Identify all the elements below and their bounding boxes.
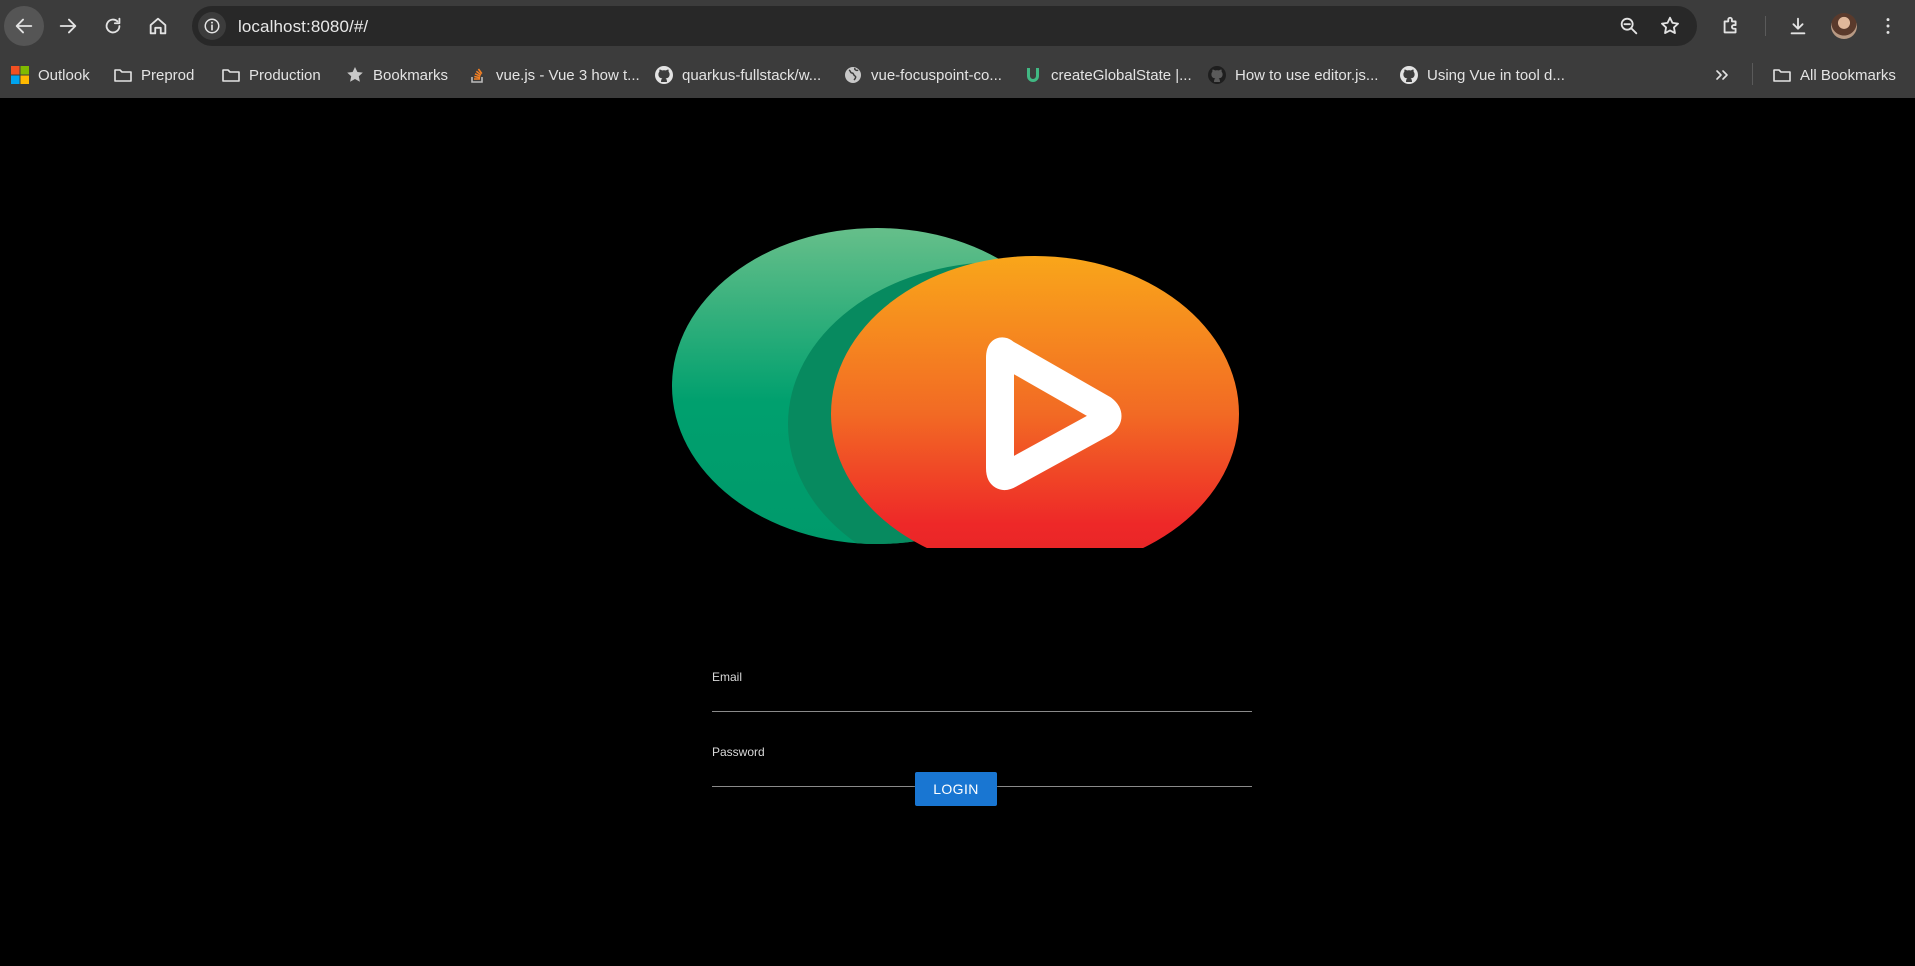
bookmark-label: Using Vue in tool d... — [1427, 66, 1565, 84]
zoom-icon — [1620, 17, 1638, 35]
login-button[interactable]: LOGIN — [915, 772, 997, 806]
bookmark-label: vue-focuspoint-co... — [871, 66, 1002, 84]
site-info-button[interactable] — [198, 12, 226, 40]
puzzle-icon — [1723, 16, 1737, 34]
bookmarks-bar: Outlook Preprod Production Bookmarks vue… — [0, 52, 1915, 98]
address-bar[interactable]: localhost:8080/#/ — [192, 6, 1697, 46]
bookmark-vue-focuspoint[interactable]: vue-focuspoint-co... — [843, 52, 1002, 98]
kebab-menu-icon — [1886, 18, 1890, 34]
app-logo — [672, 228, 1239, 548]
bookmark-vue-tool[interactable]: Using Vue in tool d... — [1399, 52, 1565, 98]
toolbar-divider — [1765, 16, 1766, 36]
home-icon — [149, 17, 167, 35]
arrow-left-icon — [15, 18, 33, 34]
all-bookmarks-button[interactable]: All Bookmarks — [1772, 52, 1896, 98]
bookmark-star-button[interactable] — [1659, 15, 1681, 37]
bookmark-label: Production — [249, 66, 321, 84]
bookmark-outlook[interactable]: Outlook — [10, 52, 90, 98]
email-input[interactable] — [712, 686, 1252, 710]
arrow-right-icon — [59, 18, 77, 34]
browser-toolbar: localhost:8080/#/ — [0, 0, 1915, 52]
github-icon — [1207, 65, 1227, 85]
bookmark-label: quarkus-fullstack/w... — [682, 66, 822, 84]
forward-button[interactable] — [48, 6, 88, 46]
extensions-button[interactable] — [1718, 13, 1744, 39]
bookmark-label: createGlobalState |... — [1051, 66, 1192, 84]
login-page: Email Password — [0, 98, 1915, 966]
stackoverflow-icon — [468, 65, 488, 85]
bookmark-label: vue.js - Vue 3 how t... — [496, 66, 640, 84]
bookmark-editorjs[interactable]: How to use editor.js... — [1207, 52, 1378, 98]
bookmark-quarkus-fullstack[interactable]: quarkus-fullstack/w... — [654, 52, 821, 98]
github-icon — [1399, 65, 1419, 85]
globe-icon — [843, 65, 863, 85]
reload-button[interactable] — [93, 6, 133, 46]
download-icon — [1790, 17, 1806, 35]
folder-icon — [113, 65, 133, 85]
bookmark-folder-preprod[interactable]: Preprod — [113, 52, 194, 98]
info-icon — [204, 18, 220, 34]
folder-icon — [221, 65, 241, 85]
star-outline-icon — [1661, 16, 1679, 34]
bookmark-vue3-stackoverflow[interactable]: vue.js - Vue 3 how t... — [468, 52, 640, 98]
url-text[interactable]: localhost:8080/#/ — [238, 17, 368, 37]
all-bookmarks-label: All Bookmarks — [1800, 66, 1896, 84]
chevron-double-right-icon — [1712, 65, 1732, 85]
github-icon — [654, 65, 674, 85]
reload-icon — [105, 17, 121, 34]
downloads-button[interactable] — [1785, 13, 1811, 39]
zoom-button[interactable] — [1618, 15, 1640, 37]
email-label: Email — [712, 670, 743, 684]
bookmark-bookmarks[interactable]: Bookmarks — [345, 52, 448, 98]
vueuse-icon — [1023, 65, 1043, 85]
profile-avatar[interactable] — [1831, 13, 1857, 39]
email-field: Email — [712, 666, 1252, 712]
back-button[interactable] — [4, 6, 44, 46]
password-label: Password — [712, 745, 765, 759]
browser-menu-button[interactable] — [1875, 13, 1901, 39]
bookmarks-divider — [1752, 63, 1753, 85]
folder-icon — [1772, 65, 1792, 85]
star-icon — [345, 65, 365, 85]
bookmark-label: How to use editor.js... — [1235, 66, 1379, 84]
bookmark-label: Outlook — [38, 66, 90, 84]
bookmark-createglobalstate[interactable]: createGlobalState |... — [1023, 52, 1192, 98]
home-button[interactable] — [138, 6, 178, 46]
bookmark-label: Bookmarks — [373, 66, 449, 84]
bookmark-label: Preprod — [141, 66, 195, 84]
bookmarks-overflow-button[interactable] — [1712, 52, 1732, 98]
microsoft-icon — [10, 65, 30, 85]
bookmark-folder-production[interactable]: Production — [221, 52, 321, 98]
